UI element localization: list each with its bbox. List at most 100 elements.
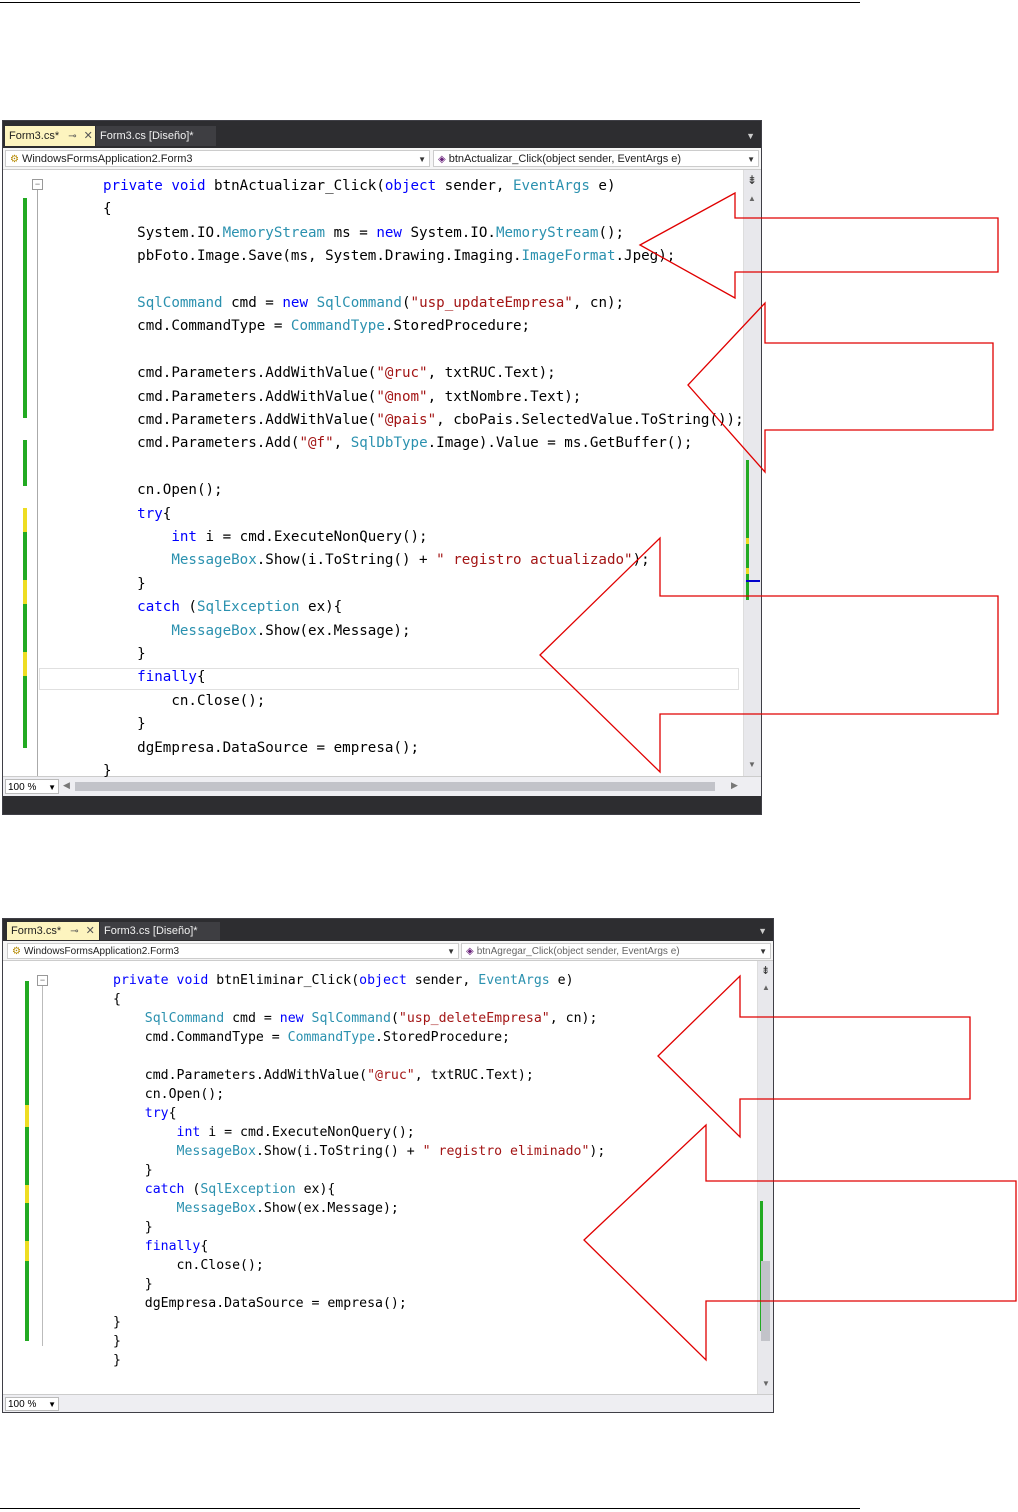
tab-form3-code[interactable]: Form3.cs* ⊸ ✕ [5, 126, 95, 146]
horizontal-scrollbar-thumb[interactable] [75, 782, 715, 791]
chevron-down-icon[interactable]: ▼ [747, 151, 755, 166]
code-token: btnActualizar_Click( [205, 178, 385, 194]
class-icon: ⚙ [12, 946, 21, 957]
code-editor[interactable]: − ⇟ ▲ ▼ 100 % ▼ ◀ ▶ private void btnActu… [3, 170, 761, 796]
tab-form3-code[interactable]: Form3.cs* ⊸ ✕ [7, 922, 99, 940]
code-token: , txtRUC.Text); [427, 365, 556, 382]
split-window-icon[interactable]: ⇟ [747, 173, 757, 187]
pin-icon[interactable]: ⊸ [70, 926, 78, 937]
tab-form3-design[interactable]: Form3.cs [Diseño]* [100, 922, 220, 940]
changed-lines-marker [25, 981, 29, 1105]
code-line: pbFoto.Image.Save(ms, System.Drawing.Ima… [103, 245, 675, 268]
method-icon: ◈ [466, 946, 474, 957]
close-icon[interactable]: ✕ [86, 925, 95, 937]
unsaved-lines-marker [23, 580, 27, 604]
code-line: } [113, 1332, 121, 1351]
scroll-down-icon[interactable]: ▼ [762, 1379, 770, 1388]
collapse-icon[interactable]: − [32, 179, 43, 190]
collapse-icon[interactable]: − [37, 975, 48, 986]
split-window-icon[interactable]: ⇟ [761, 964, 770, 977]
unsaved-lines-marker [23, 508, 27, 532]
changed-lines-marker [23, 604, 27, 652]
zoom-dropdown[interactable]: 100 % ▼ [5, 779, 59, 794]
code-line: catch (SqlException ex){ [103, 596, 342, 619]
code-token: cmd.Parameters.AddWithValue( [103, 412, 377, 428]
code-token: ImageFormat [521, 248, 616, 265]
chevron-down-icon[interactable]: ▼ [759, 944, 767, 958]
changed-lines-marker [25, 1261, 29, 1341]
tab-overflow-dropdown-icon[interactable]: ▼ [758, 926, 767, 936]
code-token: ex){ [295, 1182, 336, 1197]
document-tab-bar: Form3.cs* ⊸ ✕ Form3.cs [Diseño]* ▼ [3, 919, 773, 941]
class-dropdown[interactable]: ⚙ WindowsFormsApplication2.Form3 ▼ [7, 943, 459, 959]
gutter-outline-line [42, 986, 43, 1346]
code-token: finally [137, 669, 197, 686]
zoom-dropdown[interactable]: 100 % ▼ [5, 1397, 59, 1411]
code-line: cn.Open(); [103, 479, 223, 502]
close-icon[interactable]: ✕ [84, 130, 93, 142]
code-line: } [103, 573, 146, 596]
member-dropdown[interactable]: ◈ btnAgregar_Click(object sender, EventAr… [461, 943, 771, 959]
unsaved-lines-marker [25, 1241, 29, 1261]
scroll-right-icon[interactable]: ▶ [731, 780, 738, 791]
code-token: new [282, 295, 309, 311]
code-token: int [171, 529, 197, 545]
code-token: CommandType [287, 1030, 376, 1045]
code-token: cmd.Parameters.AddWithValue( [103, 365, 377, 382]
code-token: .Show(ex.Message); [256, 622, 411, 639]
code-token: .StoredProcedure; [384, 318, 531, 335]
scroll-thumb[interactable] [761, 1261, 770, 1341]
code-token: } [103, 646, 146, 662]
code-token: ms = [325, 224, 377, 241]
code-token: CommandType [290, 318, 385, 335]
class-dropdown[interactable]: ⚙ WindowsFormsApplication2.Form3 ▼ [5, 150, 430, 167]
code-line: cmd.Parameters.AddWithValue("@ruc", txtR… [103, 362, 556, 385]
scroll-down-icon[interactable]: ▼ [748, 760, 756, 769]
changed-lines-marker [23, 532, 27, 580]
zoom-value: 100 % [8, 1399, 37, 1410]
code-line: dgEmpresa.DataSource = empresa(); [103, 737, 419, 760]
code-line: } [103, 713, 146, 736]
scroll-left-icon[interactable]: ◀ [63, 780, 70, 791]
code-line: finally{ [113, 1237, 209, 1256]
vertical-scrollbar[interactable]: ⇟ ▲ ▼ [743, 170, 761, 776]
code-token: } [103, 763, 112, 779]
code-line: } [113, 1161, 153, 1180]
code-token: ( [184, 1182, 201, 1197]
code-token: MemoryStream [495, 224, 599, 241]
code-token: "usp_deleteEmpresa" [398, 1011, 550, 1026]
pin-icon[interactable]: ⊸ [68, 131, 76, 142]
code-token: int [176, 1125, 201, 1140]
page-bottom-rule [0, 1508, 860, 1509]
code-line: MessageBox.Show(i.ToString() + " registr… [103, 549, 649, 572]
scroll-up-icon[interactable]: ▲ [762, 983, 770, 992]
chevron-down-icon: ▼ [418, 155, 426, 164]
member-dropdown[interactable]: ◈ btnActualizar_Click(object sender, Even… [433, 150, 759, 167]
code-token: e) [589, 178, 616, 194]
code-token: cmd.CommandType = [113, 1030, 288, 1045]
tab-form3-design[interactable]: Form3.cs [Diseño]* [96, 126, 216, 146]
changed-lines-marker [23, 298, 27, 358]
changed-lines-marker [23, 398, 27, 418]
code-token: cn.Open(); [113, 1087, 225, 1102]
code-token: private [103, 178, 163, 194]
scroll-up-icon[interactable]: ▲ [748, 194, 756, 203]
code-token: cn.Close(); [103, 692, 266, 709]
code-token: sender, [406, 973, 479, 988]
code-token: MessageBox [176, 1144, 256, 1159]
code-line: int i = cmd.ExecuteNonQuery(); [103, 526, 427, 549]
changed-lines-marker [23, 676, 27, 748]
code-editor[interactable]: − ⇟ ▲ ▼ 100 % ▼ private void btnEliminar… [3, 961, 773, 1412]
code-token: new [376, 224, 402, 241]
code-token: "@f" [299, 435, 334, 452]
code-token: cmd.Parameters.AddWithValue( [113, 1068, 368, 1083]
vertical-scrollbar[interactable]: ⇟ ▲ ▼ [757, 961, 773, 1394]
code-token: cn.Open(); [103, 482, 223, 499]
tab-overflow-dropdown-icon[interactable]: ▼ [746, 131, 755, 141]
code-token: pbFoto.Image.Save(ms, System.Drawing.Ima… [103, 248, 522, 265]
changed-lines-marker [23, 258, 27, 298]
